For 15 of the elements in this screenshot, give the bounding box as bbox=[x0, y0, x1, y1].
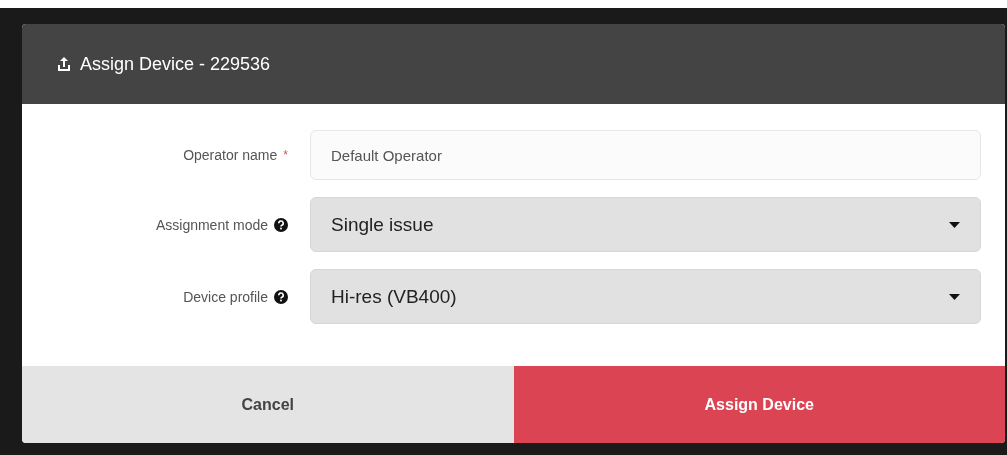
dropdown[interactable]: Hi-res (VB400) bbox=[310, 269, 981, 324]
field-label: Device profile bbox=[183, 288, 268, 305]
caret-icon bbox=[949, 293, 960, 300]
dropdown[interactable]: Single issue bbox=[310, 197, 981, 252]
field-label: Assignment mode bbox=[155, 216, 268, 233]
help-icon[interactable] bbox=[274, 217, 288, 232]
upload-icon bbox=[56, 55, 72, 73]
field-label: Operator name bbox=[183, 147, 278, 163]
cancel-button[interactable]: Cancel bbox=[22, 366, 514, 443]
assign-button[interactable]: Assign Device bbox=[513, 366, 1005, 443]
required-mark: * bbox=[283, 148, 288, 162]
help-icon[interactable] bbox=[274, 289, 288, 304]
dialog-title: Assign Device - 229536 bbox=[80, 53, 271, 75]
operator-name-field[interactable]: Default Operator bbox=[310, 130, 981, 180]
caret-icon bbox=[949, 221, 960, 228]
